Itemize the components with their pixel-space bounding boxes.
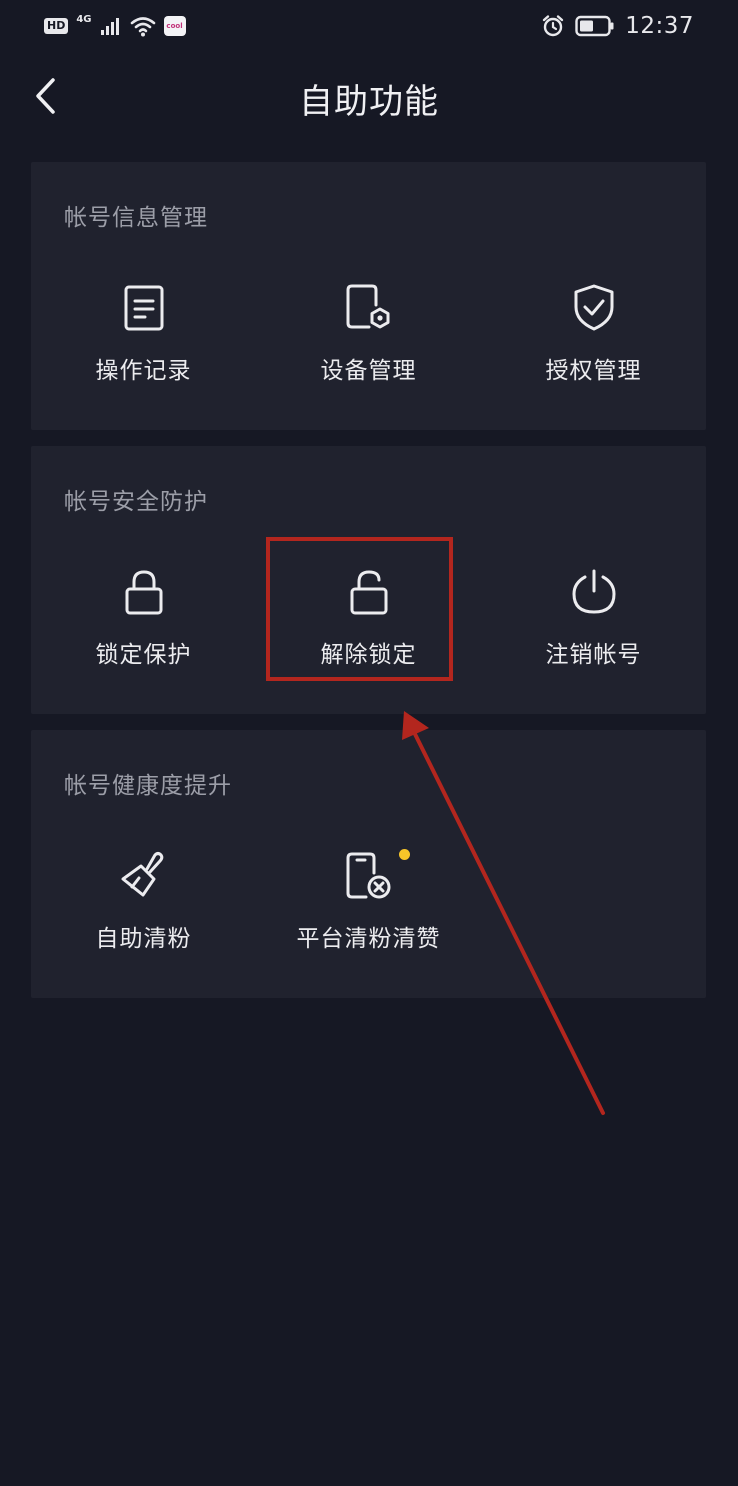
lock-icon	[31, 565, 256, 619]
operation-log-button[interactable]: 操作记录	[31, 277, 256, 397]
page-title: 自助功能	[299, 82, 439, 122]
phone-remove-icon	[256, 849, 481, 903]
self-clean-fans-button[interactable]: 自助清粉	[31, 845, 256, 965]
item-label: 设备管理	[320, 358, 417, 384]
highlight-box	[266, 537, 453, 681]
network-type: 4G	[76, 14, 92, 25]
status-bar: HD 4G cool 12:37	[0, 0, 738, 52]
shield-check-icon	[481, 281, 706, 335]
item-label: 操作记录	[95, 358, 192, 384]
battery-icon	[575, 15, 614, 37]
clock: 12:37	[625, 13, 694, 39]
section-account-health: 帐号健康度提升 自助清粉 平台清粉清赞	[31, 730, 706, 998]
section-title: 帐号信息管理	[64, 205, 208, 231]
device-management-button[interactable]: 设备管理	[256, 277, 481, 397]
authorization-management-button[interactable]: 授权管理	[481, 277, 706, 397]
item-label: 锁定保护	[95, 642, 192, 668]
hd-badge: HD	[44, 18, 69, 34]
item-label: 平台清粉清赞	[296, 926, 441, 952]
section-title: 帐号安全防护	[64, 489, 208, 515]
deactivate-account-button[interactable]: 注销帐号	[481, 561, 706, 681]
brush-icon	[31, 849, 256, 903]
platform-clean-fans-likes-button[interactable]: 平台清粉清赞	[256, 845, 481, 965]
device-settings-icon	[256, 281, 481, 335]
section-account-info: 帐号信息管理 操作记录 设备管理 授权管理	[31, 162, 706, 430]
status-left: HD 4G cool	[44, 12, 186, 40]
power-icon	[481, 565, 706, 619]
header: 自助功能	[0, 60, 738, 130]
app-notification-icon: cool	[163, 16, 186, 36]
status-right: 12:37	[541, 12, 694, 40]
lock-protection-button[interactable]: 锁定保护	[31, 561, 256, 681]
new-badge-dot	[399, 849, 410, 860]
document-icon	[31, 281, 256, 335]
signal-icon	[100, 18, 119, 35]
item-label: 授权管理	[545, 358, 642, 384]
alarm-icon	[543, 15, 564, 37]
item-label: 自助清粉	[95, 926, 192, 952]
section-title: 帐号健康度提升	[64, 773, 232, 799]
item-label: 注销帐号	[545, 642, 642, 668]
wifi-icon	[130, 17, 155, 37]
